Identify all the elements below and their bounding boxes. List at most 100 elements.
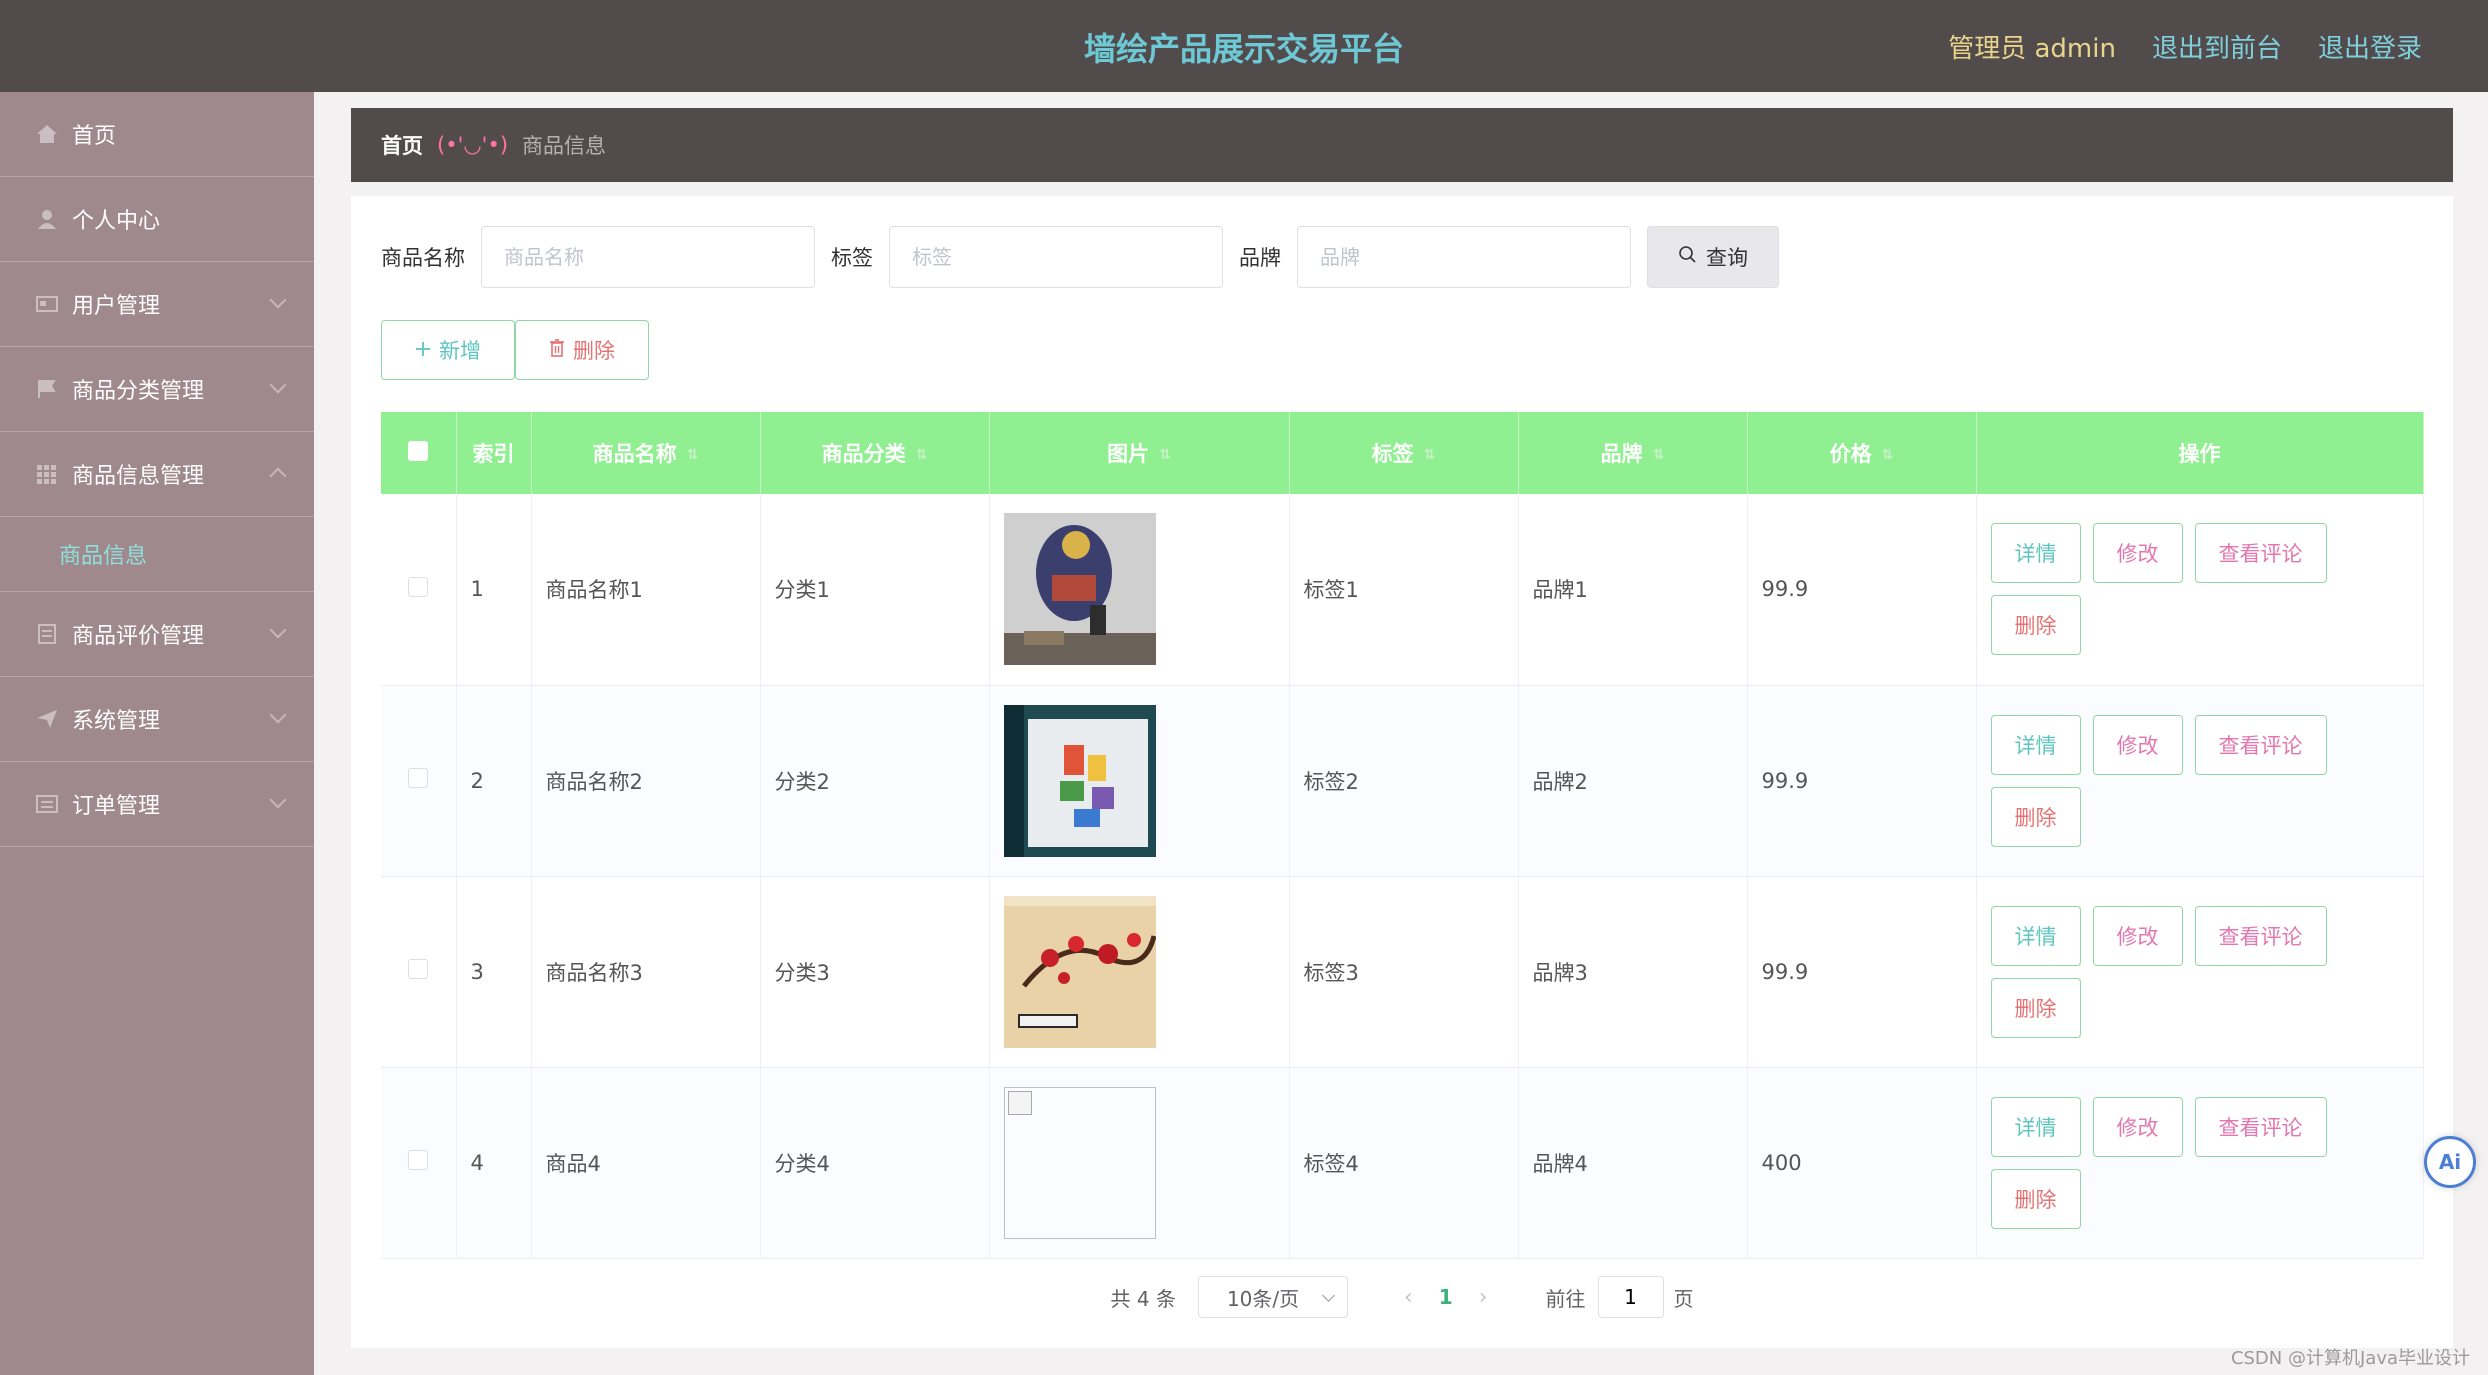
- sidebar-item-reviews[interactable]: 商品评价管理: [0, 592, 314, 677]
- sort-icon[interactable]: ⇅: [1882, 447, 1894, 463]
- column-header-category[interactable]: 商品分类 ⇅: [760, 412, 990, 494]
- breadcrumb-home[interactable]: 首页: [381, 130, 423, 160]
- column-header-brand[interactable]: 品牌 ⇅: [1518, 412, 1748, 494]
- product-image[interactable]: [1003, 513, 1156, 666]
- send-icon: [36, 709, 58, 729]
- cell-tag: 标签4: [1289, 1067, 1519, 1259]
- sidebar-item-users[interactable]: 用户管理: [0, 262, 314, 347]
- cell-index: 3: [456, 876, 532, 1068]
- sort-icon[interactable]: ⇅: [1159, 447, 1171, 463]
- sidebar: 首页 个人中心 用户管理 商品分类管理 商品信息管理 商品信息 商品评价管理 系…: [0, 92, 314, 1375]
- breadcrumb: 首页 (•'◡'•) 商品信息: [351, 108, 2453, 182]
- add-button[interactable]: 新增: [381, 320, 515, 380]
- goto-page-input[interactable]: [1597, 1276, 1664, 1318]
- delete-row-button[interactable]: 删除: [1990, 1168, 2081, 1229]
- chevron-down-icon: [269, 621, 287, 639]
- row-actions: 详情 修改 查看评论 删除: [1990, 523, 2351, 656]
- column-header-price[interactable]: 价格 ⇅: [1747, 412, 1977, 494]
- delete-row-button[interactable]: 删除: [1990, 595, 2081, 656]
- sidebar-item-label: 商品评价管理: [72, 624, 205, 649]
- row-checkbox[interactable]: [408, 576, 429, 597]
- cell-category: 分类2: [760, 685, 990, 877]
- view-reviews-button[interactable]: 查看评论: [2194, 905, 2327, 966]
- home-icon: [36, 124, 58, 144]
- cell-index: 1: [456, 494, 532, 686]
- column-header-index: 索引: [456, 412, 532, 494]
- product-image[interactable]: [1003, 895, 1156, 1048]
- breadcrumb-separator: (•'◡'•): [437, 133, 509, 157]
- goto-label: 前往: [1545, 1286, 1586, 1311]
- delete-row-button[interactable]: 删除: [1990, 977, 2081, 1038]
- broken-image-placeholder[interactable]: [1003, 1086, 1156, 1239]
- total-count: 共 4 条: [1110, 1286, 1176, 1311]
- query-label: 查询: [1706, 246, 1748, 270]
- column-header-name[interactable]: 商品名称 ⇅: [531, 412, 761, 494]
- cell-tag: 标签3: [1289, 876, 1519, 1068]
- detail-button[interactable]: 详情: [1990, 714, 2081, 775]
- cell-price: 99.9: [1747, 876, 1977, 1068]
- ai-assistant-button[interactable]: Ai: [2424, 1136, 2476, 1188]
- next-page-icon[interactable]: ›: [1479, 1285, 1488, 1310]
- delete-label: 删除: [573, 339, 615, 363]
- tag-input[interactable]: [889, 226, 1223, 288]
- chevron-down-icon: [269, 706, 287, 724]
- sidebar-item-profile[interactable]: 个人中心: [0, 177, 314, 262]
- search-form: 商品名称 标签 品牌 查询: [381, 226, 1779, 288]
- cell-price: 400: [1747, 1067, 1977, 1259]
- row-checkbox[interactable]: [408, 768, 429, 788]
- select-all-checkbox[interactable]: [408, 440, 429, 461]
- detail-button[interactable]: 详情: [1990, 905, 2081, 966]
- row-checkbox[interactable]: [408, 959, 429, 979]
- delete-row-button[interactable]: 删除: [1990, 786, 2081, 847]
- query-button[interactable]: 查询: [1647, 226, 1779, 288]
- sort-icon[interactable]: ⇅: [916, 447, 928, 463]
- sidebar-subitem-goods-info[interactable]: 商品信息: [0, 517, 314, 592]
- brand-label: 品牌: [1239, 246, 1281, 270]
- sidebar-item-system[interactable]: 系统管理: [0, 677, 314, 762]
- column-header-tag[interactable]: 标签 ⇅: [1289, 412, 1519, 494]
- product-image[interactable]: [1003, 704, 1156, 857]
- row-actions: 详情 修改 查看评论 删除: [1990, 905, 2351, 1038]
- pagination: 共 4 条 10条/页 ‹ 1 › 前往 页: [351, 1276, 2453, 1318]
- grid-icon: [36, 464, 58, 484]
- batch-delete-button[interactable]: 删除: [515, 320, 649, 380]
- sort-icon[interactable]: ⇅: [687, 447, 699, 463]
- edit-button[interactable]: 修改: [2092, 1096, 2183, 1157]
- sidebar-item-orders[interactable]: 订单管理: [0, 762, 314, 847]
- watermark: CSDN @计算机Java毕业设计: [2230, 1348, 2470, 1369]
- page-size-select[interactable]: 10条/页: [1197, 1276, 1348, 1318]
- edit-button[interactable]: 修改: [2092, 523, 2183, 584]
- header-links: 管理员 admin 退出到前台 退出登录: [1948, 28, 2422, 65]
- column-header-image[interactable]: 图片 ⇅: [989, 412, 1290, 494]
- page-number-current[interactable]: 1: [1439, 1285, 1453, 1309]
- view-reviews-button[interactable]: 查看评论: [2194, 714, 2327, 775]
- sidebar-item-goods[interactable]: 商品信息管理: [0, 432, 314, 517]
- name-input[interactable]: [481, 226, 815, 288]
- edit-button[interactable]: 修改: [2092, 714, 2183, 775]
- edit-button[interactable]: 修改: [2092, 905, 2183, 966]
- brand-input[interactable]: [1297, 226, 1631, 288]
- plus-icon: [415, 338, 431, 362]
- sort-icon[interactable]: ⇅: [1424, 447, 1436, 463]
- cell-tag: 标签2: [1289, 685, 1519, 877]
- detail-button[interactable]: 详情: [1990, 523, 2081, 584]
- cell-category: 分类1: [760, 494, 990, 686]
- detail-button[interactable]: 详情: [1990, 1096, 2081, 1157]
- back-to-front-link[interactable]: 退出到前台: [2152, 28, 2282, 65]
- name-label: 商品名称: [381, 246, 465, 270]
- sidebar-item-home[interactable]: 首页: [0, 92, 314, 177]
- breadcrumb-current: 商品信息: [522, 134, 607, 158]
- select-all-header[interactable]: [381, 412, 457, 494]
- row-checkbox[interactable]: [408, 1150, 429, 1170]
- sidebar-item-label: 系统管理: [72, 709, 161, 734]
- tag-label: 标签: [831, 246, 873, 270]
- chevron-up-icon: [269, 467, 287, 485]
- view-reviews-button[interactable]: 查看评论: [2194, 1096, 2327, 1157]
- prev-page-icon[interactable]: ‹: [1404, 1285, 1413, 1310]
- cell-name: 商品名称2: [531, 685, 761, 877]
- logout-link[interactable]: 退出登录: [2318, 28, 2422, 65]
- sidebar-item-category[interactable]: 商品分类管理: [0, 347, 314, 432]
- view-reviews-button[interactable]: 查看评论: [2194, 523, 2327, 584]
- top-header: 墙绘产品展示交易平台 管理员 admin 退出到前台 退出登录: [0, 0, 2488, 92]
- sort-icon[interactable]: ⇅: [1653, 447, 1665, 463]
